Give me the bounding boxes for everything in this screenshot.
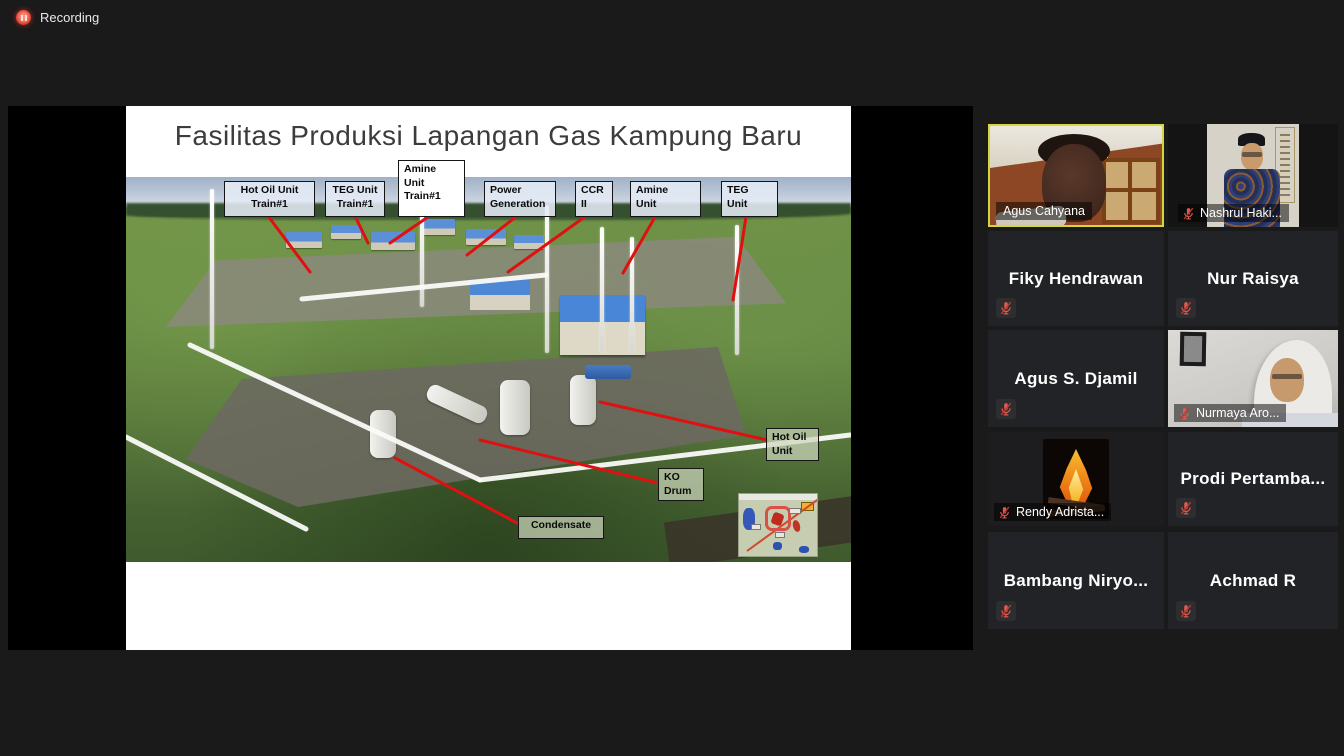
label-amine-unit: Amine Unit bbox=[630, 181, 701, 217]
participant-name: Nurmaya Aro... bbox=[1196, 406, 1280, 420]
muted-mic-badge bbox=[996, 298, 1016, 318]
photo-flare-stack bbox=[210, 189, 214, 349]
label-hot-oil-unit-train1: Hot Oil Unit Train#1 bbox=[224, 181, 315, 217]
participant-name: Rendy Adrista... bbox=[1016, 505, 1105, 519]
photo-tower bbox=[630, 237, 634, 352]
participant-name-bar: Rendy Adrista... bbox=[994, 503, 1112, 521]
recording-indicator[interactable]: Recording bbox=[16, 10, 99, 25]
participant-tile-prodi-pertambangan[interactable]: Prodi Pertamba... bbox=[1168, 432, 1338, 526]
muted-mic-badge bbox=[1176, 601, 1196, 621]
photo-vessel bbox=[500, 380, 530, 435]
photo-building bbox=[286, 232, 322, 248]
presentation-slide: Fasilitas Produksi Lapangan Gas Kampung … bbox=[126, 106, 851, 650]
photo-tower bbox=[545, 205, 549, 353]
muted-mic-badge bbox=[1176, 298, 1196, 318]
muted-mic-icon bbox=[1000, 402, 1012, 416]
location-map-inset bbox=[738, 493, 818, 557]
participant-tile-nashrul-haki[interactable]: Nashrul Haki... bbox=[1168, 124, 1338, 227]
participant-name: Nashrul Haki... bbox=[1200, 206, 1282, 220]
label-ko-drum: KO Drum bbox=[658, 468, 704, 501]
photo-building bbox=[421, 219, 455, 235]
muted-mic-badge bbox=[996, 601, 1016, 621]
participant-tile-nurmaya-aro[interactable]: Nurmaya Aro... bbox=[1168, 330, 1338, 427]
participant-tile-nur-raisya[interactable]: Nur Raisya bbox=[1168, 231, 1338, 326]
recording-icon bbox=[16, 10, 31, 25]
participant-name-bar: Nurmaya Aro... bbox=[1174, 404, 1287, 422]
muted-mic-badge bbox=[1176, 498, 1196, 518]
participant-face bbox=[1270, 358, 1304, 402]
muted-mic-badge bbox=[996, 399, 1016, 419]
recording-label: Recording bbox=[40, 10, 100, 25]
label-amine-unit-train1: Amine Unit Train#1 bbox=[398, 160, 465, 217]
muted-mic-icon bbox=[1179, 407, 1190, 419]
label-ccr-ii: CCR II bbox=[575, 181, 613, 217]
muted-mic-icon bbox=[1180, 501, 1192, 515]
label-power-generation: Power Generation bbox=[484, 181, 556, 217]
muted-mic-icon bbox=[1000, 301, 1012, 315]
photo-building bbox=[514, 235, 544, 249]
label-teg-unit: TEG Unit bbox=[721, 181, 778, 217]
photo-building-medium bbox=[470, 280, 530, 310]
photo-building bbox=[331, 225, 361, 239]
slide-title: Fasilitas Produksi Lapangan Gas Kampung … bbox=[174, 120, 803, 151]
label-condensate: Condensate bbox=[518, 516, 604, 539]
window bbox=[1102, 158, 1160, 224]
photo-building bbox=[466, 229, 506, 245]
picture-frame bbox=[1179, 331, 1207, 367]
muted-mic-icon bbox=[1000, 604, 1012, 618]
participant-name-bar: Nashrul Haki... bbox=[1178, 204, 1289, 222]
label-teg-unit-train1: TEG Unit Train#1 bbox=[325, 181, 385, 217]
glasses bbox=[1242, 152, 1262, 157]
photo-building bbox=[371, 232, 415, 250]
participant-tile-bambang-niryo[interactable]: Bambang Niryo... bbox=[988, 532, 1164, 629]
photo-tower bbox=[735, 225, 739, 355]
map-field-area-2 bbox=[791, 519, 802, 533]
muted-mic-icon bbox=[1180, 301, 1192, 315]
photo-vessel bbox=[570, 375, 596, 425]
photo-tower bbox=[420, 202, 424, 307]
participant-tile-rendy-adrista[interactable]: Rendy Adrista... bbox=[988, 432, 1164, 526]
muted-mic-icon bbox=[999, 506, 1010, 518]
muted-mic-icon bbox=[1183, 207, 1194, 219]
photo-vessel bbox=[370, 410, 396, 458]
participant-tile-agus-s-djamil[interactable]: Agus S. Djamil bbox=[988, 330, 1164, 427]
aerial-facility-photo bbox=[126, 177, 851, 562]
glasses bbox=[1272, 374, 1302, 379]
shared-screen-stage: Fasilitas Produksi Lapangan Gas Kampung … bbox=[8, 106, 973, 650]
muted-mic-icon bbox=[1180, 604, 1192, 618]
photo-hot-oil-equipment bbox=[585, 365, 631, 379]
label-hot-oil-unit: Hot Oil Unit bbox=[766, 428, 819, 461]
participant-tile-achmad-r[interactable]: Achmad R bbox=[1168, 532, 1338, 629]
participant-name: Agus Cahyana bbox=[1003, 204, 1086, 218]
participant-tile-agus-cahyana[interactable]: Agus Cahyana bbox=[988, 124, 1164, 227]
photo-tower bbox=[600, 227, 604, 352]
participant-name-bar: Agus Cahyana bbox=[996, 202, 1093, 220]
participant-tile-fiky-hendrawan[interactable]: Fiky Hendrawan bbox=[988, 231, 1164, 326]
